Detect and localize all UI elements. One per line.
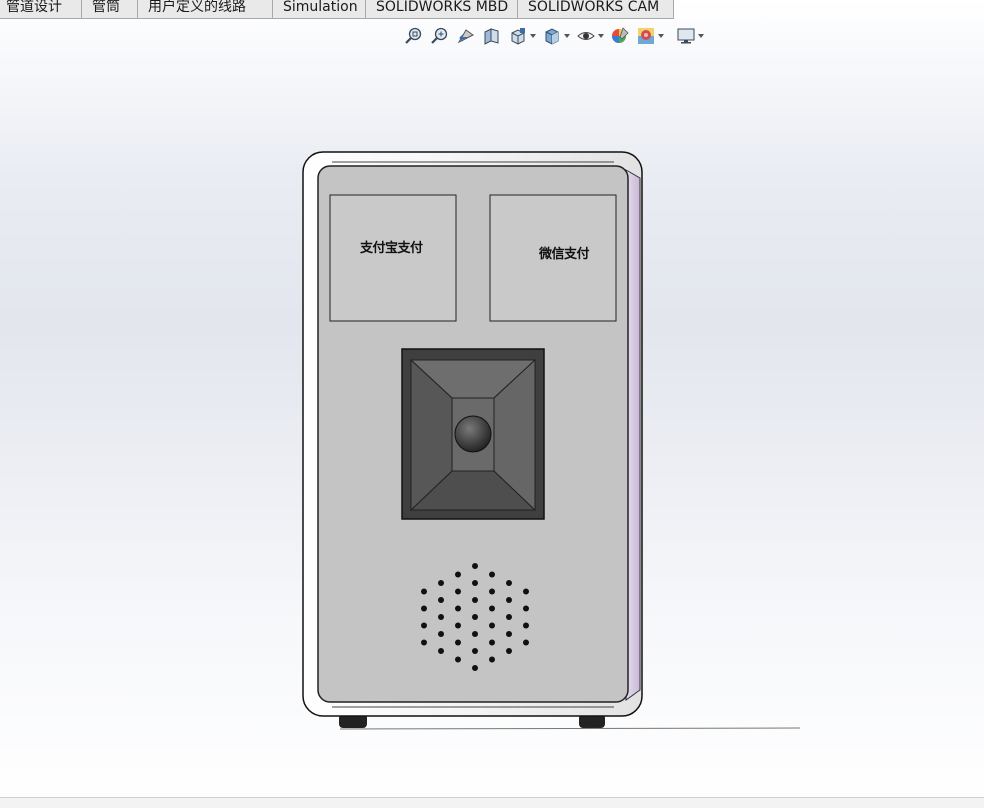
alipay-panel xyxy=(329,194,457,322)
grille-hole xyxy=(523,639,529,646)
camera-lens xyxy=(454,415,492,453)
grille-hole xyxy=(472,665,478,671)
grille-hole xyxy=(506,580,512,586)
grille-hole xyxy=(523,605,529,612)
grille-hole xyxy=(489,656,495,663)
tab-solidworks-mbd[interactable]: SOLIDWORKS MBD xyxy=(366,0,518,19)
grille-hole xyxy=(472,614,478,620)
grille-hole xyxy=(421,588,427,595)
grille-hole xyxy=(489,588,495,595)
grille-hole xyxy=(472,580,478,586)
grille-hole xyxy=(506,614,512,620)
tab-tubing[interactable]: 管筒 xyxy=(82,0,138,19)
wechat-pay-label: 微信支付 xyxy=(539,247,590,262)
grille-hole xyxy=(438,631,444,637)
grille-hole xyxy=(421,639,427,646)
grille-hole xyxy=(489,639,495,646)
grille-hole xyxy=(489,605,495,612)
grille-hole xyxy=(506,648,512,654)
tab-simulation[interactable]: Simulation xyxy=(273,0,366,19)
grille-hole xyxy=(455,588,461,595)
grille-hole xyxy=(506,631,512,637)
status-bar xyxy=(0,797,984,808)
scanner-module xyxy=(401,348,545,520)
tab-piping[interactable]: 管道设计 xyxy=(0,0,82,19)
tab-solidworks-cam[interactable]: SOLIDWORKS CAM xyxy=(518,0,674,19)
graphics-area[interactable]: 支付宝支付 微信支付 xyxy=(0,19,984,797)
grille-hole xyxy=(489,622,495,629)
grille-hole xyxy=(455,605,461,612)
grille-hole xyxy=(472,563,478,569)
grille-hole xyxy=(455,639,461,646)
grille-hole xyxy=(455,656,461,663)
grille-hole xyxy=(438,648,444,654)
grille-hole xyxy=(506,597,512,603)
grille-hole xyxy=(438,580,444,586)
grille-hole xyxy=(455,622,461,629)
tab-user-defined-routing[interactable]: 用户定义的线路 xyxy=(138,0,273,19)
grille-hole xyxy=(472,648,478,654)
grille-hole xyxy=(489,571,495,578)
grille-hole xyxy=(523,622,529,629)
command-manager-tabs: 管道设计 管筒 用户定义的线路 Simulation SOLIDWORKS MB… xyxy=(0,0,674,19)
grille-hole xyxy=(438,614,444,620)
grille-hole xyxy=(472,631,478,637)
grille-hole xyxy=(455,571,461,578)
grille-hole xyxy=(421,622,427,629)
grille-hole xyxy=(523,588,529,595)
grille-hole xyxy=(438,597,444,603)
grille-hole xyxy=(472,597,478,603)
alipay-label: 支付宝支付 xyxy=(360,241,423,256)
grille-hole xyxy=(421,605,427,612)
payment-kiosk-model xyxy=(302,151,801,730)
